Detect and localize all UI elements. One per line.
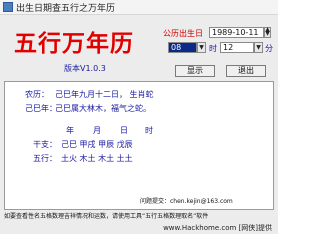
minute-unit-label: 分 [265,44,273,53]
title-bar: 出生日期查五行之万年历 [0,0,278,15]
minute-select[interactable]: 12 [220,42,254,53]
app-icon [3,2,13,12]
version-label: 版本V1.0.3 [64,64,106,73]
show-button[interactable]: 显示 [175,65,215,77]
footer-note: 如要查看性名五格数理吉祥情况和运数，请使用工具“五行五格数理取名”软件 [4,213,209,220]
wuxing-label: 五行： [33,154,57,163]
pillar-header-day: 日 [120,126,128,135]
exit-button[interactable]: 退出 [226,65,266,77]
hour-dropdown-arrow-icon[interactable]: ▼ [197,42,206,53]
wuxing-value: 土火 木土 木土 土土 [61,154,133,163]
contact-info: 问题提交：chen.kejin@163.com [140,198,233,205]
ganzhi-value: 己巳 甲戌 甲辰 戊辰 [61,140,133,149]
date-spinner[interactable]: ▲ ▼ [264,27,271,38]
solar-date-label: 公历出生日 [163,29,203,38]
watermark-text: www.Hackhome.com [网侠]提供 [163,224,272,232]
pillar-header-month: 月 [93,126,101,135]
ganzhi-label: 干支： [33,140,57,149]
minute-dropdown-arrow-icon[interactable]: ▼ [254,42,263,53]
window-title: 出生日期查五行之万年历 [16,3,116,14]
pillar-header-year: 年 [66,126,74,135]
hour-unit-label: 时 [209,44,217,53]
lunar-label: 农历： [25,90,49,99]
result-panel: 农历： 己巳年九月十二日， 生肖蛇 己巳年： 己巳属大林木，福气之蛇。 年 月 … [4,81,274,210]
pillar-header-hour: 时 [145,126,153,135]
birth-date-input[interactable]: 1989-10-11 [209,27,264,38]
app-window: 出生日期查五行之万年历 五行万年历 版本V1.0.3 公历出生日 1989-10… [0,0,278,234]
hour-select[interactable]: 08 [168,42,197,53]
year-label: 己巳年： [25,104,57,113]
main-title: 五行万年历 [14,30,134,57]
year-value: 己巳属大林木，福气之蛇。 [55,104,151,113]
lunar-value: 己巳年九月十二日， 生肖蛇 [55,90,154,99]
